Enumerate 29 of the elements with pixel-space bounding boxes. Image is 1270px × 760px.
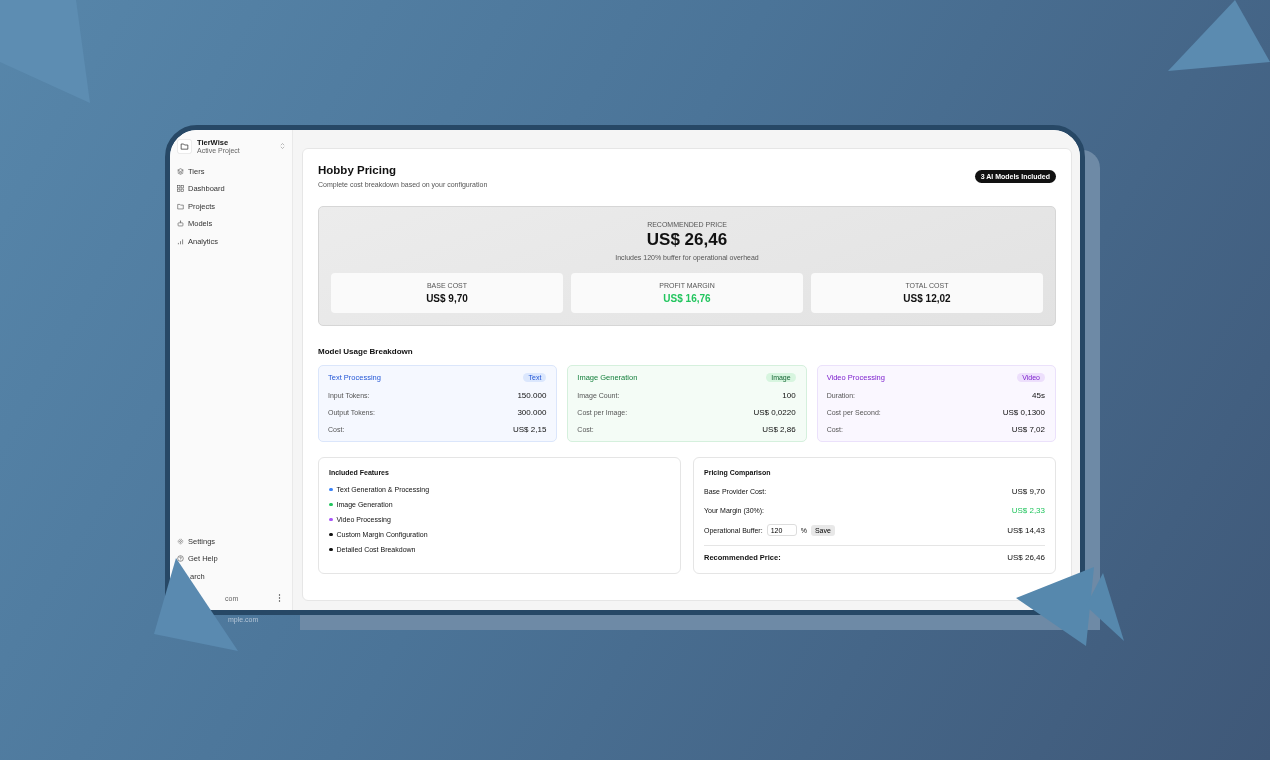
- page-title: Hobby Pricing: [318, 164, 397, 176]
- row-value: US$ 2,86: [762, 425, 796, 434]
- row-value: US$ 14,43: [1007, 525, 1045, 535]
- more-icon[interactable]: [278, 594, 281, 602]
- row-value: 300.000: [517, 408, 547, 417]
- robot-icon: [177, 220, 184, 227]
- folder-icon: [177, 138, 192, 154]
- settings-icon: [177, 537, 184, 545]
- stat-value: US$ 16,76: [663, 293, 711, 304]
- row-value: US$ 0,0220: [753, 408, 796, 417]
- row-value: US$ 2,15: [512, 425, 547, 434]
- layers-icon: [177, 167, 184, 175]
- folder-icon: [177, 202, 184, 210]
- stat-value: US$ 9,70: [426, 293, 468, 304]
- row-value: US$ 0,1300: [1002, 408, 1045, 417]
- row-value: 150.000: [517, 391, 547, 400]
- row-value: US$ 7,02: [1011, 425, 1045, 434]
- help-icon: [177, 555, 184, 562]
- recommended-price: US$ 26,46: [646, 230, 728, 250]
- section-title: Model Usage Breakdown: [318, 347, 414, 356]
- row-value: US$ 2,33: [1011, 506, 1045, 515]
- bar-chart-icon: [177, 237, 184, 245]
- total-value: US$ 26,46: [1007, 553, 1045, 562]
- row-value: 100: [782, 391, 796, 400]
- row-value: US$ 9,70: [1011, 487, 1045, 496]
- row-value: 45s: [1032, 391, 1045, 400]
- chevron-updown-icon: [280, 142, 285, 150]
- grid-icon: [177, 185, 184, 192]
- stat-value: US$ 12,02: [903, 293, 951, 304]
